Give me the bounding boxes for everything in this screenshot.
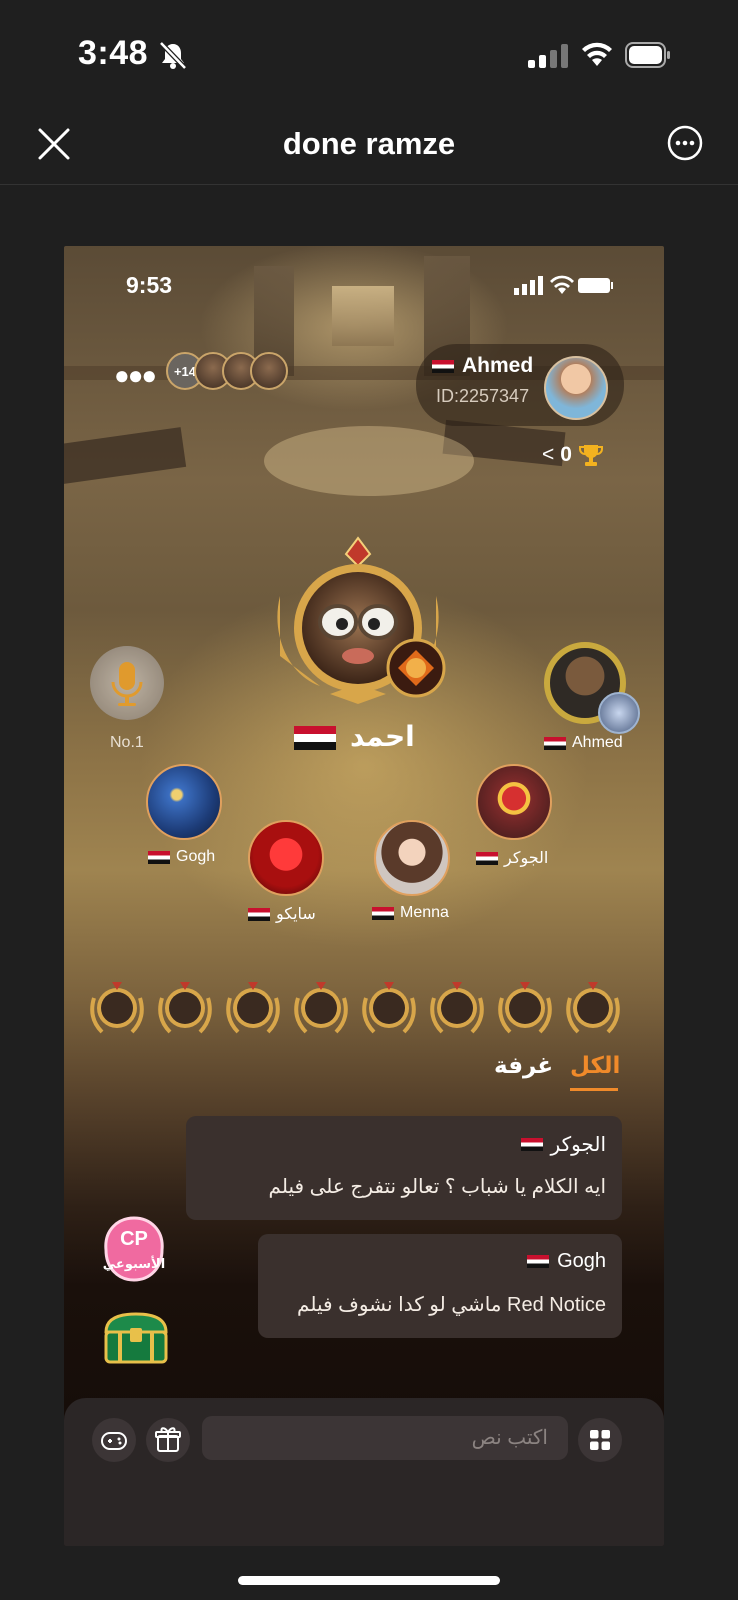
host-id: ID:2257347 — [436, 386, 530, 406]
chest-icon[interactable] — [100, 1310, 172, 1366]
rubble — [64, 427, 187, 485]
mic-seat-label: No.1 — [110, 734, 144, 751]
ruin-temple — [332, 286, 394, 346]
framed-avatar[interactable] — [156, 978, 214, 1036]
sender-name: Gogh — [557, 1250, 606, 1272]
message-text: ايه الكلام يا شباب ؟ تعالو نتفرج على فيل… — [268, 1176, 606, 1198]
trophy-icon — [578, 445, 603, 466]
trophy-counter[interactable]: < 0 — [542, 442, 604, 468]
framed-avatar[interactable] — [496, 978, 554, 1036]
seat-psycho[interactable] — [248, 820, 324, 896]
more-icon[interactable] — [666, 124, 704, 162]
game-button[interactable] — [92, 1418, 136, 1462]
framed-avatar[interactable] — [428, 978, 486, 1036]
chat-message: الجوكر ايه الكلام يا شباب ؟ تعالو نتفرج … — [186, 1116, 622, 1220]
mic-icon — [111, 662, 143, 706]
seat-name: الجوكر — [504, 850, 549, 867]
seat-name: Gogh — [176, 848, 216, 865]
gamepad-icon — [101, 1432, 127, 1450]
top-supporters-row[interactable] — [88, 978, 628, 1036]
bell-slash-icon — [159, 41, 187, 70]
tab-all[interactable]: الكل — [570, 1052, 620, 1079]
grid-icon — [590, 1430, 610, 1450]
egypt-flag-icon — [520, 1138, 543, 1151]
outer-status-bar: 3:48 — [0, 0, 738, 110]
message-input[interactable] — [202, 1416, 568, 1460]
signal-icon — [528, 44, 568, 68]
seat-menna[interactable] — [374, 820, 450, 896]
battery-icon — [625, 42, 670, 68]
egypt-flag-icon — [544, 736, 566, 750]
seat-name: Ahmed — [572, 734, 623, 751]
framed-avatar[interactable] — [224, 978, 282, 1036]
seat-name: Menna — [400, 904, 449, 921]
host-avatar[interactable] — [544, 356, 608, 420]
egypt-flag-icon — [527, 1255, 550, 1268]
egypt-flag-icon — [476, 851, 498, 865]
seat-label: Menna — [372, 904, 449, 922]
chevron-left-icon: < — [542, 443, 555, 466]
main-seat-name: احمد — [350, 721, 415, 752]
page-title: done ramze — [282, 126, 456, 161]
egypt-flag-icon — [432, 360, 454, 378]
mic-seat[interactable] — [90, 646, 164, 720]
message-text: ماشي لو كدا نشوف فيلم Red Notice — [297, 1294, 606, 1316]
inner-clock: 9:53 — [126, 272, 173, 298]
seat-name: سايكو — [276, 906, 316, 923]
seat-joker[interactable] — [476, 764, 552, 840]
message-sender: الجوكر — [520, 1132, 606, 1157]
room-screenshot: 9:53 ●●● +14 Ahmed ID:2257347 < 0 احمد N… — [64, 246, 664, 1546]
home-indicator[interactable] — [238, 1576, 500, 1585]
seat-gogh[interactable] — [146, 764, 222, 840]
seat-label: الجوكر — [476, 848, 548, 868]
egypt-flag-icon — [372, 906, 394, 920]
egypt-flag-icon — [248, 907, 270, 921]
inner-status-icons — [514, 275, 613, 295]
seat-badge — [598, 692, 640, 734]
tab-active-indicator — [570, 1088, 618, 1091]
framed-avatar[interactable] — [292, 978, 350, 1036]
seat-label: Ahmed — [544, 734, 623, 752]
tab-room[interactable]: غرفة — [494, 1052, 553, 1079]
cp-weekly-badge[interactable]: CP الأسبوعي — [100, 1216, 168, 1284]
host-name: Ahmed — [462, 354, 534, 377]
wifi-icon — [582, 42, 612, 66]
framed-avatar[interactable] — [564, 978, 622, 1036]
framed-avatar[interactable] — [88, 978, 146, 1036]
egypt-flag-icon — [148, 850, 170, 864]
room-more-icon[interactable]: ●●● — [114, 360, 157, 391]
trophy-count: 0 — [560, 443, 572, 466]
outer-clock: 3:48 — [78, 34, 149, 72]
main-seat-frame — [277, 536, 446, 704]
seat-label: سايكو — [248, 904, 316, 924]
gift-button[interactable] — [146, 1418, 190, 1462]
sender-name: الجوكر — [550, 1134, 606, 1156]
cp-badge-title: CP — [120, 1228, 148, 1250]
chat-message: Gogh ماشي لو كدا نشوف فيلم Red Notice — [258, 1234, 622, 1338]
egypt-flag-icon — [294, 726, 336, 755]
main-seat[interactable] — [260, 536, 456, 706]
light-pool — [264, 426, 474, 496]
message-sender: Gogh — [527, 1250, 606, 1273]
menu-grid-button[interactable] — [578, 1418, 622, 1462]
viewer-avatar — [250, 352, 288, 390]
framed-avatar[interactable] — [360, 978, 418, 1036]
gift-icon — [155, 1427, 181, 1452]
cp-badge-subtitle: الأسبوعي — [102, 1256, 166, 1271]
seat-label: Gogh — [148, 848, 215, 866]
